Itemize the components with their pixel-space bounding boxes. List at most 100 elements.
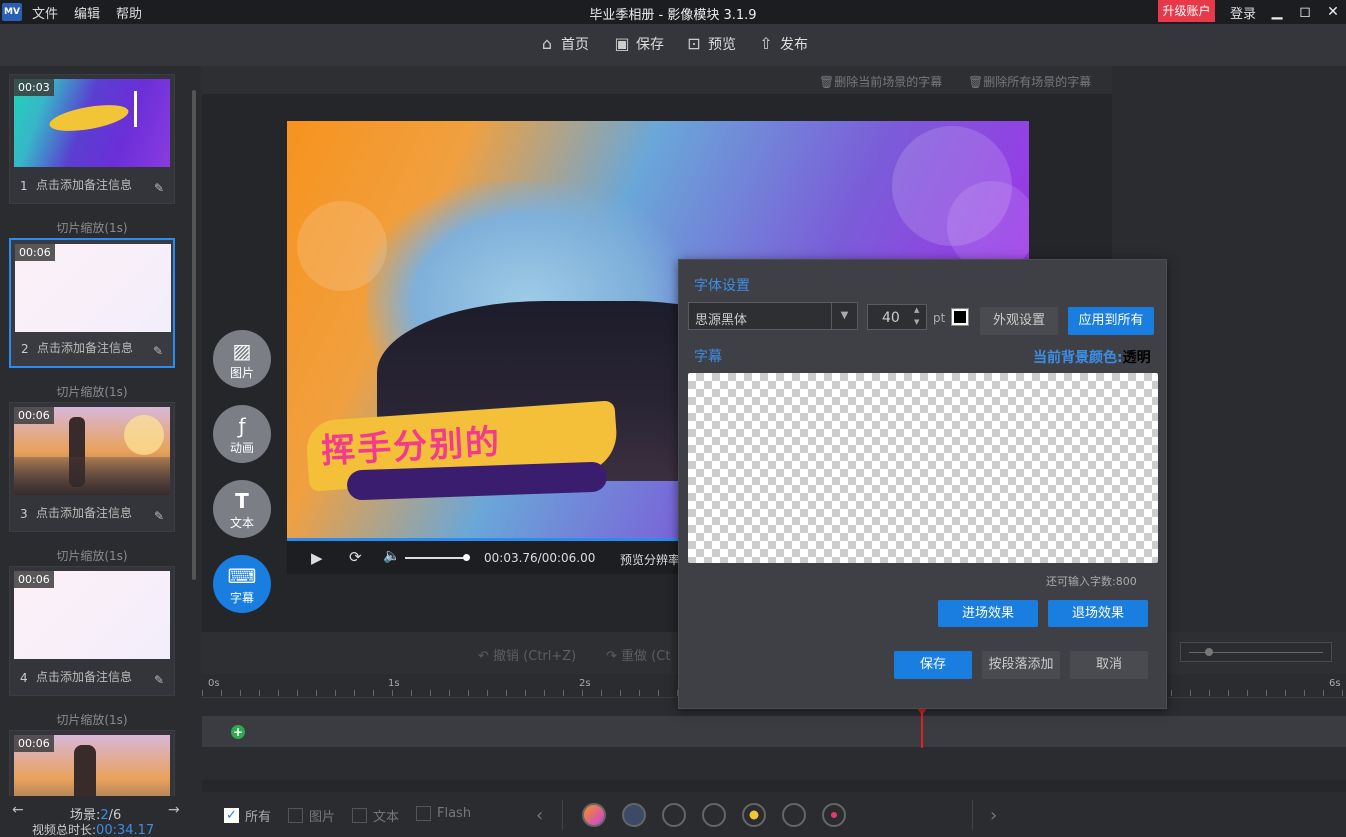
undo-button[interactable]: ↶ 撤销 (Ctrl+Z)	[478, 645, 576, 664]
scene-duration: 00:06	[14, 735, 54, 752]
close-icon[interactable]: ✕	[1322, 2, 1344, 22]
dialog-cancel-button[interactable]: 取消	[1070, 651, 1148, 679]
zoom-knob[interactable]	[1205, 648, 1213, 656]
next-scene-icon[interactable]: →	[168, 802, 180, 818]
edit-icon[interactable]: ✎	[154, 673, 164, 687]
asset-thumb[interactable]	[662, 803, 686, 827]
checkbox[interactable]	[288, 808, 303, 823]
preview-button[interactable]: ⊡ 预览	[685, 34, 736, 54]
scene-note[interactable]: 点击添加备注信息	[36, 504, 132, 521]
scene-card-4[interactable]: 00:06 4 点击添加备注信息 ✎	[9, 566, 175, 696]
playback-time: 00:03.76/00:06.00	[484, 551, 596, 565]
caption-label: 字幕	[694, 349, 722, 365]
scene-list-scrollbar[interactable]	[192, 90, 196, 580]
transition-label[interactable]: 切片缩放(1s)	[9, 383, 175, 400]
image-tool-button[interactable]: ▨ 图片	[213, 330, 271, 388]
font-size-value: 40	[882, 310, 900, 326]
filter-all[interactable]: ✓ 所有	[224, 806, 271, 825]
redo-button[interactable]: ↷ 重做 (Ct	[606, 645, 670, 664]
play-icon[interactable]: ▶	[311, 549, 323, 567]
chevron-right-icon[interactable]: ›	[990, 805, 997, 826]
checkbox[interactable]	[352, 808, 367, 823]
menu-edit[interactable]: 编辑	[74, 3, 100, 22]
subtitle-tool-label: 字幕	[229, 591, 254, 605]
filter-image[interactable]: 图片	[288, 806, 335, 825]
transition-label[interactable]: 切片缩放(1s)	[9, 711, 175, 728]
scene-note[interactable]: 点击添加备注信息	[36, 668, 132, 685]
animation-tool-button[interactable]: ƒ 动画	[213, 405, 271, 463]
save-icon: ▣	[614, 34, 630, 53]
scene-duration: 00:06	[14, 407, 54, 424]
asset-thumb[interactable]	[822, 803, 846, 827]
edit-icon[interactable]: ✎	[154, 181, 164, 195]
playhead[interactable]	[921, 710, 923, 748]
font-size-stepper[interactable]: 40 ▲ ▼	[867, 304, 927, 330]
checkbox[interactable]	[416, 806, 431, 821]
total-duration: 视频总时长:00:34.17	[32, 821, 154, 837]
volume-slider[interactable]	[405, 557, 467, 559]
scene-card-1[interactable]: 00:03 1 点击添加备注信息 ✎	[9, 74, 175, 204]
decrement-icon[interactable]: ▼	[914, 318, 919, 326]
check-icon[interactable]: ✓	[224, 808, 239, 823]
edit-icon[interactable]: ✎	[154, 509, 164, 523]
transition-label[interactable]: 切片缩放(1s)	[9, 219, 175, 236]
maximize-icon[interactable]: ◻	[1294, 2, 1316, 22]
ruler-tick: 1s	[388, 678, 400, 689]
divider	[562, 800, 563, 830]
app-logo: MV	[2, 3, 22, 21]
filter-label: Flash	[437, 806, 472, 821]
increment-icon[interactable]: ▲	[914, 306, 919, 314]
asset-thumb[interactable]	[782, 803, 806, 827]
dialog-save-button[interactable]: 保存	[894, 651, 972, 679]
add-caption-icon[interactable]: +	[231, 725, 245, 739]
ruler-tick: 2s	[579, 678, 591, 689]
zoom-slider[interactable]	[1180, 642, 1332, 662]
enter-effect-button[interactable]: 进场效果	[938, 600, 1038, 627]
color-swatch[interactable]	[951, 308, 969, 326]
scene-card-5[interactable]: 00:06	[9, 730, 175, 796]
title-bar	[0, 0, 1346, 24]
transition-label[interactable]: 切片缩放(1s)	[9, 547, 175, 564]
upgrade-account-button[interactable]: 升级账户	[1158, 0, 1215, 22]
chevron-left-icon[interactable]: ‹	[536, 805, 543, 826]
scene-note[interactable]: 点击添加备注信息	[36, 176, 132, 193]
scene-note[interactable]: 点击添加备注信息	[37, 339, 133, 356]
remaining-value: 800	[1115, 575, 1137, 588]
publish-button[interactable]: ⇧ 发布	[757, 34, 808, 54]
edit-icon[interactable]: ✎	[153, 344, 163, 358]
minimize-icon[interactable]: ▁	[1266, 2, 1288, 22]
menu-file[interactable]: 文件	[32, 3, 58, 22]
remaining-chars: 还可输入字数:800	[1046, 573, 1137, 589]
home-button[interactable]: ⌂ 首页	[538, 34, 589, 54]
appearance-settings-button[interactable]: 外观设置	[980, 307, 1058, 335]
save-button[interactable]: ▣ 保存	[613, 34, 664, 54]
add-by-paragraph-button[interactable]: 按段落添加	[982, 651, 1060, 679]
subtitle-tool-button[interactable]: ⌨ 字幕	[213, 555, 271, 613]
login-link[interactable]: 登录	[1230, 3, 1256, 22]
divider	[972, 800, 973, 830]
caption-track[interactable]	[202, 716, 1346, 747]
chevron-down-icon[interactable]: ▼	[831, 303, 857, 329]
font-select[interactable]: 思源黑体 ▼	[688, 302, 858, 330]
timeline-scrollbar[interactable]	[202, 780, 1346, 792]
delete-all-captions-button[interactable]: 🗑删除所有场景的字幕	[968, 73, 1091, 90]
filter-flash[interactable]: Flash	[416, 806, 471, 821]
prev-scene-icon[interactable]: ←	[12, 802, 24, 818]
volume-knob[interactable]	[463, 554, 470, 561]
loop-icon[interactable]: ⟳	[349, 548, 362, 566]
scene-card-2[interactable]: 00:06 2 点击添加备注信息 ✎	[9, 238, 175, 368]
preview-resolution-label[interactable]: 预览分辨率	[620, 551, 680, 568]
delete-current-captions-button[interactable]: 🗑删除当前场景的字幕	[819, 73, 942, 90]
asset-thumb[interactable]	[622, 803, 646, 827]
text-tool-button[interactable]: T 文本	[213, 480, 271, 538]
apply-to-all-button[interactable]: 应用到所有	[1068, 307, 1154, 335]
asset-thumb[interactable]	[742, 803, 766, 827]
exit-effect-button[interactable]: 退场效果	[1048, 600, 1148, 627]
asset-thumb[interactable]	[702, 803, 726, 827]
filter-text[interactable]: 文本	[352, 806, 399, 825]
caption-text-area[interactable]	[688, 373, 1158, 563]
volume-icon[interactable]: 🔈	[383, 548, 400, 564]
asset-thumb[interactable]	[582, 803, 606, 827]
menu-help[interactable]: 帮助	[116, 3, 142, 22]
scene-card-3[interactable]: 00:06 3 点击添加备注信息 ✎	[9, 402, 175, 532]
